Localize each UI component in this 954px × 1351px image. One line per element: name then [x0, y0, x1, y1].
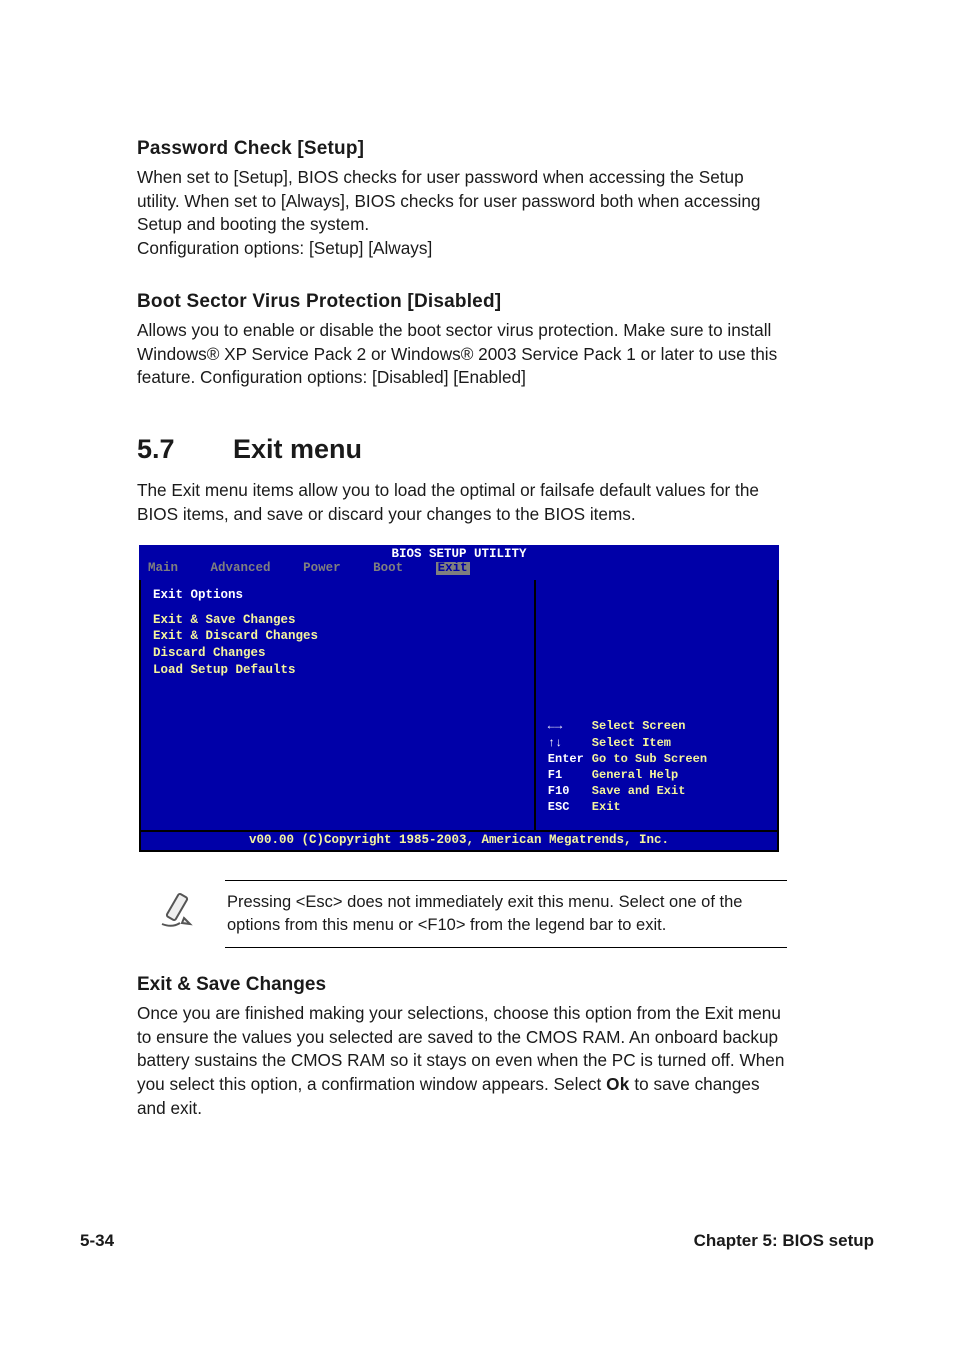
bios-copyright: v00.00 (C)Copyright 1985-2003, American …: [139, 830, 779, 852]
section-title: Exit menu: [233, 434, 362, 464]
bios-tab-power: Power: [303, 562, 341, 575]
bios-key-desc: Go to Sub Screen: [592, 752, 707, 766]
bios-key-desc: Save and Exit: [592, 784, 686, 798]
bios-header: BIOS SETUP UTILITY Main Advanced Power B…: [139, 545, 779, 580]
footer-page-number: 5-34: [80, 1231, 114, 1251]
bios-option: Exit & Save Changes: [153, 612, 522, 629]
bios-right-panel: ←→Select Screen ↑↓Select Item EnterGo to…: [536, 580, 779, 832]
note-block: Pressing <Esc> does not immediately exit…: [137, 880, 787, 948]
body-password-check: When set to [Setup], BIOS checks for use…: [137, 166, 787, 261]
bios-tab-exit: Exit: [436, 562, 470, 575]
page-footer: 5-34 Chapter 5: BIOS setup: [80, 1231, 874, 1251]
bios-screenshot: BIOS SETUP UTILITY Main Advanced Power B…: [139, 545, 779, 852]
bios-legend-row: EnterGo to Sub Screen: [548, 751, 707, 767]
bios-tab-main: Main: [148, 562, 178, 575]
bios-legend-row: F10Save and Exit: [548, 783, 707, 799]
note-text: Pressing <Esc> does not immediately exit…: [225, 880, 787, 948]
bios-key-desc: Select Screen: [592, 719, 686, 733]
bios-option: Discard Changes: [153, 645, 522, 662]
exit-save-ok: Ok: [606, 1074, 630, 1094]
heading-boot-virus: Boot Sector Virus Protection [Disabled]: [137, 291, 787, 313]
section-heading-exit: 5.7Exit menu: [137, 434, 787, 465]
bios-legend-row: ESCExit: [548, 799, 707, 815]
bios-legend-row: ↑↓Select Item: [548, 735, 707, 751]
bios-legend-row: ←→Select Screen: [548, 718, 707, 734]
bios-key-desc: Exit: [592, 800, 621, 814]
bios-key: ESC: [548, 799, 592, 815]
body-boot-virus: Allows you to enable or disable the boot…: [137, 319, 787, 390]
bios-key: Enter: [548, 751, 592, 767]
body-exit-save: Once you are finished making your select…: [137, 1002, 787, 1121]
bios-key-desc: Select Item: [592, 736, 671, 750]
bios-tab-advanced: Advanced: [211, 562, 271, 575]
bios-exit-options-heading: Exit Options: [153, 588, 522, 602]
bios-key-desc: General Help: [592, 768, 678, 782]
page-content: Password Check [Setup] When set to [Setu…: [137, 138, 787, 1150]
exit-intro: The Exit menu items allow you to load th…: [137, 479, 787, 526]
section-number: 5.7: [137, 434, 233, 465]
bios-tabs: Main Advanced Power Boot Exit: [148, 562, 770, 575]
bios-key: ←→: [548, 718, 592, 734]
heading-exit-save: Exit & Save Changes: [137, 974, 787, 996]
bios-option: Exit & Discard Changes: [153, 628, 522, 645]
bios-legend: ←→Select Screen ↑↓Select Item EnterGo to…: [548, 718, 707, 815]
bios-key: F1: [548, 767, 592, 783]
bios-title: BIOS SETUP UTILITY: [148, 548, 770, 561]
bios-legend-row: F1General Help: [548, 767, 707, 783]
pencil-icon: [137, 880, 225, 930]
bios-option: Load Setup Defaults: [153, 662, 522, 679]
bios-left-panel: Exit Options Exit & Save Changes Exit & …: [139, 580, 536, 832]
bios-tab-boot: Boot: [373, 562, 403, 575]
footer-chapter: Chapter 5: BIOS setup: [694, 1231, 874, 1251]
bios-key: ↑↓: [548, 735, 592, 751]
bios-panels: Exit Options Exit & Save Changes Exit & …: [139, 580, 779, 832]
bios-key: F10: [548, 783, 592, 799]
heading-password-check: Password Check [Setup]: [137, 138, 787, 160]
